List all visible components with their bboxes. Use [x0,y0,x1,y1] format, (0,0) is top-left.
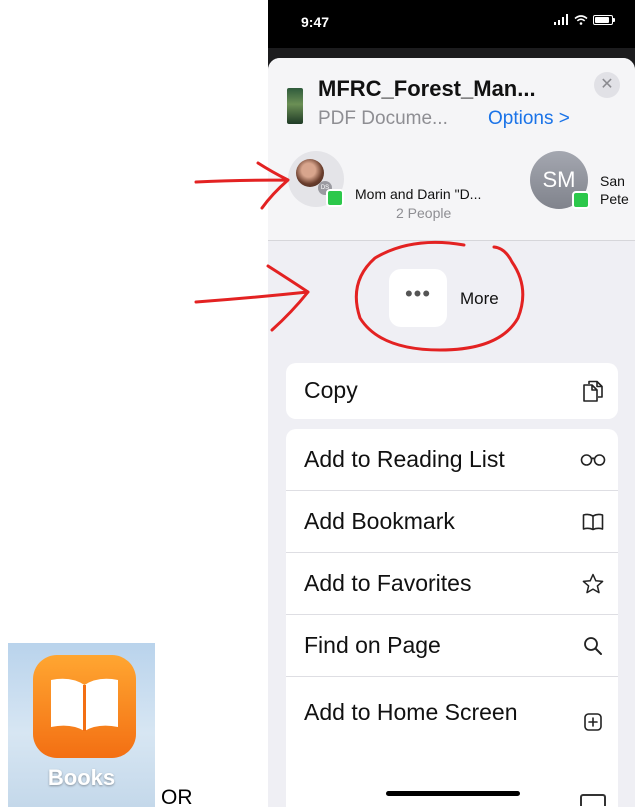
document-thumbnail [287,88,303,124]
save-to-files-action-partial[interactable] [286,786,618,807]
contact-detail: Pete [600,191,629,207]
more-button[interactable]: ••• More [389,269,519,327]
copy-group: Copy [286,363,618,419]
more-icon: ••• [389,269,447,327]
search-icon [580,633,606,659]
share-sheet-header-area: MFRC_Forest_Man... PDF Docume... Options… [268,58,635,241]
books-app-label: Books [47,765,116,790]
action-label: Add to Favorites [304,570,472,596]
add-to-favorites-action[interactable]: Add to Favorites [286,553,618,615]
contact-detail: 2 People [396,205,452,221]
contact-sm[interactable]: SM San Pete [530,151,635,226]
books-app-icon [33,655,136,758]
copy-icon [580,378,606,404]
actions-group: Add to Reading List Add Bookmark Add to … [286,429,618,807]
status-icons [553,14,615,25]
share-sheet: MFRC_Forest_Man... PDF Docume... Options… [268,58,635,807]
contact-mom-and-darin[interactable]: DS Mom and Darin "D... 2 People [288,151,548,226]
plus-square-icon [580,709,606,735]
copy-action[interactable]: Copy [286,363,618,419]
action-label: Add to Reading List [304,446,505,472]
or-text: OR [161,786,193,809]
action-label: Find on Page [304,632,441,658]
contact-name: Mom and Darin "D... [355,186,482,202]
action-label: Add Bookmark [304,508,455,534]
more-label: More [460,289,499,308]
find-on-page-action[interactable]: Find on Page [286,615,618,677]
status-bar: 9:47 [268,0,635,48]
add-bookmark-action[interactable]: Add Bookmark [286,491,618,553]
action-label: Add to Home Screen [304,699,518,725]
wifi-icon [574,14,588,25]
action-label: Copy [304,377,358,403]
star-icon [580,571,606,597]
contact-name: San [600,173,625,189]
phone-screenshot: 9:47 MFRC_Forest_Man... PDF Docume... Op… [268,0,635,807]
folder-icon [580,794,606,806]
close-button[interactable]: ✕ [594,72,620,98]
book-icon [580,509,606,535]
messages-badge-icon [326,189,344,207]
group-avatar: DS [288,151,344,207]
add-to-reading-list-action[interactable]: Add to Reading List [286,429,618,491]
signal-icon [553,14,568,25]
battery-icon [593,14,615,25]
books-app[interactable]: Books [8,643,155,807]
glasses-icon [580,447,606,473]
document-type: PDF Docume... [318,108,448,129]
document-title: MFRC_Forest_Man... [318,76,536,101]
add-to-home-screen-action[interactable]: Add to Home Screen [286,677,618,767]
status-time: 9:47 [301,14,330,30]
options-link[interactable]: Options > [488,108,570,130]
messages-badge-icon [572,191,590,209]
home-indicator [386,791,520,796]
